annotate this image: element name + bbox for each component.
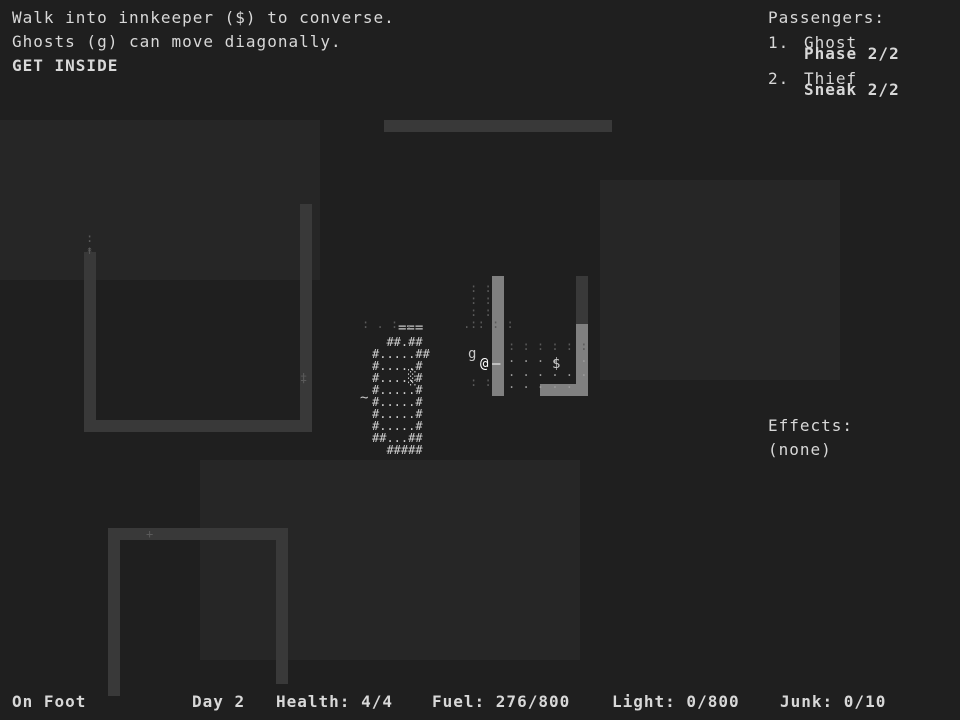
passenger-index: 1. [768, 33, 790, 52]
fog-patch [600, 180, 840, 380]
health-stat: Health: 4/4 [276, 692, 393, 711]
junk-stat: Junk: 0/10 [780, 692, 887, 711]
inn-wall [492, 276, 504, 396]
hint-ghosts: Ghosts (g) can move diagonally. [12, 32, 342, 51]
wall-segment [84, 420, 312, 432]
passenger-ability: Sneak 2/2 [804, 80, 900, 99]
innkeeper-icon: $ [552, 356, 561, 372]
wall-segment [84, 252, 96, 432]
inn-floor: . . . . . [508, 377, 574, 391]
house-walls: ##.## #.....## #.....# #.....# #.....# #… [372, 335, 430, 457]
wall-mark: + [146, 527, 154, 541]
effects-value: (none) [768, 440, 832, 459]
light-stat: Light: 0/800 [612, 692, 740, 711]
passenger-ability: Phase 2/2 [804, 44, 900, 63]
campfire-icon: ░ [408, 370, 417, 386]
player-icon: @ [480, 356, 489, 372]
wall-segment [300, 204, 312, 432]
wall-mark: : ↟ [86, 231, 94, 257]
travel-mode: On Foot [12, 692, 87, 711]
inn-door: – [492, 356, 501, 372]
day-counter: Day 2 [192, 692, 246, 711]
wall-segment [108, 528, 288, 540]
water-tile: ~ [360, 390, 369, 406]
passengers-title: Passengers: [768, 8, 885, 27]
ground-dots: : : [470, 375, 492, 389]
fog-patch [200, 460, 580, 660]
effects-title: Effects: [768, 416, 854, 435]
wall-segment [384, 120, 612, 132]
objective-text: GET INSIDE [12, 56, 119, 75]
inn-wall [576, 276, 588, 324]
wall-segment [276, 528, 288, 684]
ghost-icon: g [468, 346, 477, 362]
wall-segment [108, 528, 120, 696]
hint-innkeeper: Walk into innkeeper ($) to converse. [12, 8, 395, 27]
fuel-stat: Fuel: 276/800 [432, 692, 571, 711]
wall-mark: ‡ [300, 371, 308, 385]
fence: : . : . . : : : [362, 317, 514, 331]
fog-patch [0, 120, 320, 280]
passenger-index: 2. [768, 69, 790, 88]
inn-floor: . . . . . [508, 351, 588, 365]
